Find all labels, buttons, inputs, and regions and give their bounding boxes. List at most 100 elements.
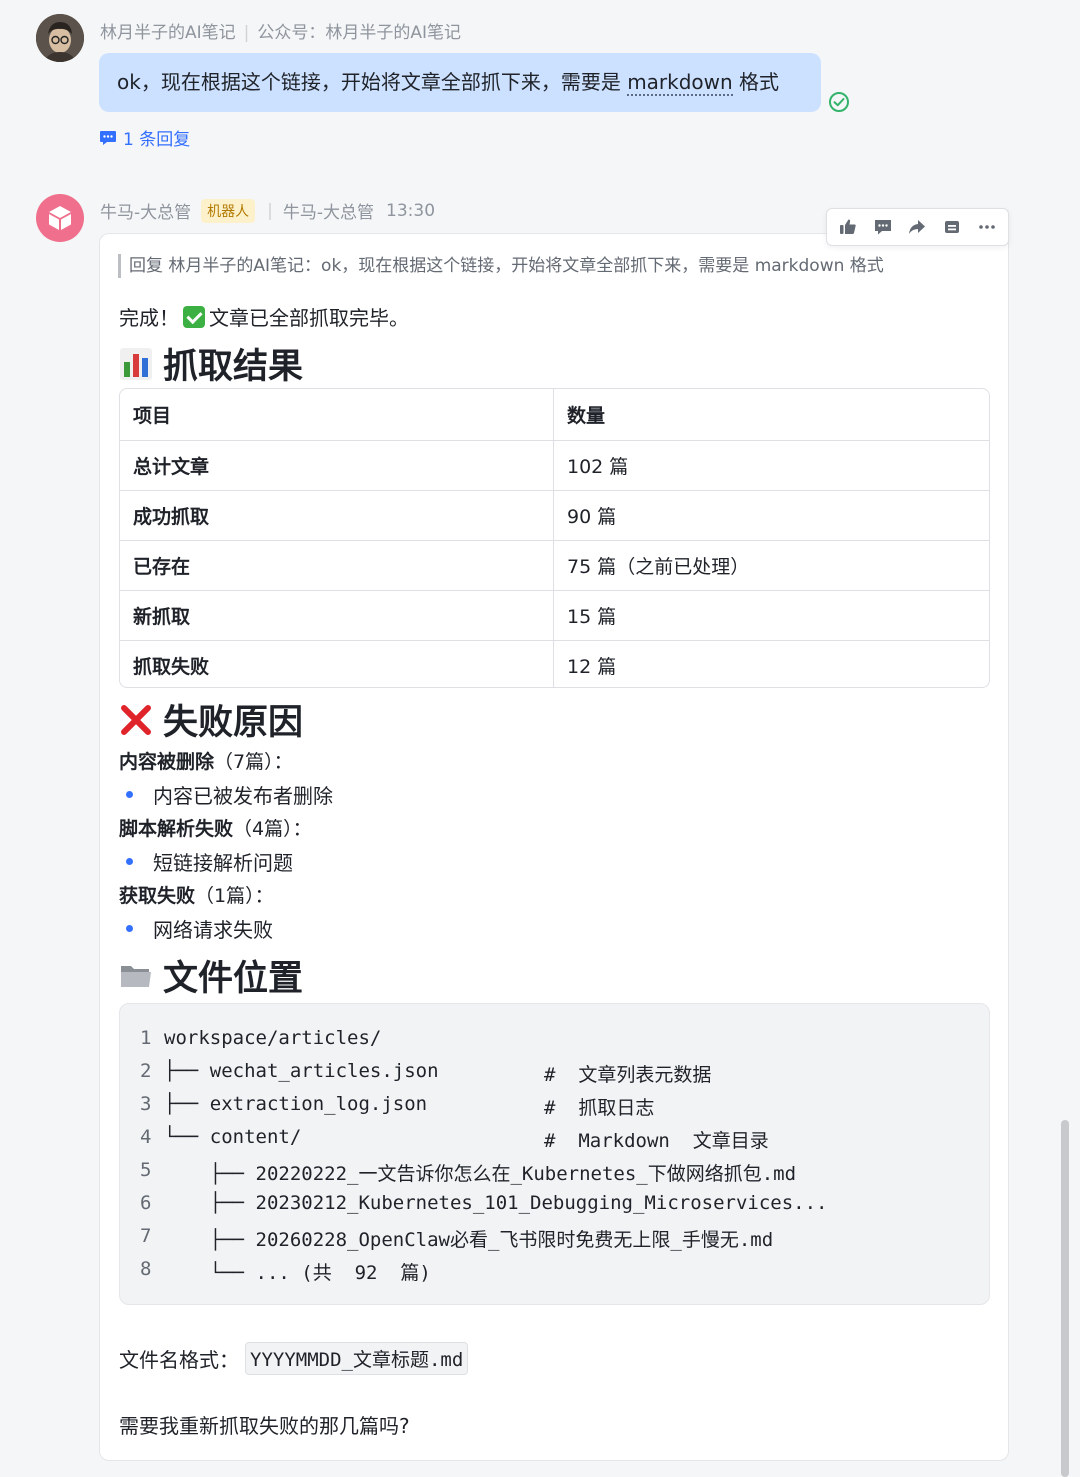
bullet-dot: [126, 858, 133, 865]
list-item: 内容已被发布者删除: [126, 780, 333, 809]
comment-button[interactable]: [868, 212, 898, 242]
message-text-before: ok，现在根据这个链接，开始将文章全部抓下来，需要是: [117, 70, 628, 94]
table-cell: 12 篇: [567, 656, 617, 678]
reason-name: 脚本解析失败: [119, 818, 234, 840]
more-icon: [978, 225, 995, 229]
code-line: ├── wechat_articles.json: [164, 1060, 439, 1082]
section-title-results: 抓取结果: [119, 338, 303, 389]
table-cell: 总计文章: [120, 441, 554, 490]
list-item: 网络请求失败: [126, 914, 273, 943]
filename-label: 文件名格式：: [119, 1348, 239, 1372]
line-number: 6: [140, 1192, 152, 1214]
line-number: 7: [140, 1225, 152, 1247]
scrollbar-thumb[interactable]: [1061, 1120, 1069, 1477]
table-row: 新抓取 15 篇: [120, 590, 989, 640]
like-button[interactable]: [833, 212, 863, 242]
archive-button[interactable]: [937, 212, 967, 242]
message-text-highlight[interactable]: markdown: [627, 70, 733, 96]
reason-name: 内容被删除: [119, 751, 215, 773]
table-row: 已存在 75 篇（之前已处理）: [120, 540, 989, 590]
bot-message-meta: 牛马-大总管 机器人 | 牛马-大总管 13:30: [100, 198, 435, 223]
reason-title: 获取失败（1篇）：: [119, 881, 274, 908]
line-number: 4: [140, 1126, 152, 1148]
follow-up-question: 需要我重新抓取失败的那几篇吗?: [119, 1414, 410, 1438]
read-check-icon: [829, 92, 849, 112]
code-comment: # 文章列表元数据: [544, 1064, 712, 1086]
code-line: ├── 20230212_Kubernetes_101_Debugging_Mi…: [164, 1192, 828, 1214]
code-block[interactable]: 1 workspace/articles/ 2 ├── wechat_artic…: [119, 1003, 990, 1305]
line-number: 2: [140, 1060, 152, 1082]
chat-page: 林月半子的AI笔记 | 公众号：林月半子的AI笔记 ok，现在根据这个链接，开始将文…: [0, 0, 1080, 1477]
list-item: 短链接解析问题: [126, 847, 293, 876]
forward-button[interactable]: [902, 212, 932, 242]
thread-icon: [100, 130, 116, 145]
code-line: └── content/: [164, 1126, 302, 1148]
comment-icon: [874, 220, 891, 235]
table-cell: 102 篇: [567, 456, 629, 478]
check-mark-icon: [183, 305, 205, 328]
bar-chart-icon: [120, 347, 152, 380]
user-avatar[interactable]: [36, 14, 84, 62]
table-cell: 新抓取: [120, 591, 554, 640]
done-prefix: 完成！: [119, 306, 179, 330]
reply-count: 1 条回复: [123, 130, 191, 150]
table-header-cell: 数量: [567, 405, 606, 427]
archive-icon: [945, 221, 960, 233]
section-title-failures: 失败原因: [119, 694, 303, 745]
channel-name: 公众号：林月半子的AI笔记: [257, 23, 462, 43]
message-text-after: 格式: [732, 70, 780, 94]
bot-sender-name[interactable]: 牛马-大总管: [100, 198, 191, 223]
table-header-row: 项目 数量: [120, 389, 989, 440]
line-number: 3: [140, 1093, 152, 1115]
done-text: 文章已全部抓取完毕。: [209, 306, 409, 330]
thumbs-up-icon: [840, 219, 856, 234]
reason-count: （4篇）：: [233, 818, 312, 840]
list-item-text: 网络请求失败: [153, 918, 273, 942]
list-item-text: 内容已被发布者删除: [153, 784, 333, 808]
reason-title: 内容被删除（7篇）：: [119, 747, 293, 774]
table-cell: 抓取失败: [120, 641, 554, 687]
message-bubble[interactable]: ok，现在根据这个链接，开始将文章全部抓下来，需要是 markdown 格式: [99, 53, 821, 112]
bot-sender-name-2: 牛马-大总管: [282, 203, 375, 223]
bot-avatar[interactable]: [36, 194, 84, 242]
list-item-text: 短链接解析问题: [153, 851, 293, 875]
code-line: workspace/articles/: [164, 1027, 382, 1049]
bullet-dot: [126, 925, 133, 932]
line-number: 5: [140, 1159, 152, 1181]
message-meta: 林月半子的AI笔记 | 公众号：林月半子的AI笔记: [100, 23, 462, 43]
code-line: └── ... (共 92 篇): [164, 1262, 431, 1284]
code-comment: # 抓取日志: [544, 1097, 655, 1119]
code-comment: # Markdown 文章目录: [544, 1130, 769, 1152]
code-line: ├── 20220222_一文告诉你怎么在_Kubernetes_下做网络抓包.…: [164, 1163, 797, 1185]
cross-mark-icon: [121, 704, 151, 735]
more-button[interactable]: [972, 212, 1002, 242]
message-time: 13:30: [386, 200, 436, 221]
code-line: ├── extraction_log.json: [164, 1093, 428, 1115]
line-number: 1: [140, 1027, 152, 1049]
section-title-text: 失败原因: [163, 703, 304, 743]
reply-thread-link[interactable]: 1 条回复: [99, 125, 190, 150]
results-table: 项目 数量 总计文章 102 篇 成功抓取 90 篇 已存在 75 篇（之前已处…: [119, 388, 990, 688]
table-row: 成功抓取 90 篇: [120, 490, 989, 540]
section-title-text: 抓取结果: [163, 347, 304, 387]
reply-quote[interactable]: 回复 林月半子的AI笔记：ok，现在根据这个链接，开始将文章全部抓下来，需要是 …: [118, 254, 884, 278]
folder-icon: [121, 965, 151, 987]
table-cell: 15 篇: [567, 606, 617, 628]
sender-name[interactable]: 林月半子的AI笔记: [100, 23, 236, 43]
message-toolbar: [826, 208, 1009, 246]
code-line: ├── 20260228_OpenClaw必看_飞书限时免费无上限_手慢无.md: [164, 1229, 774, 1251]
reason-name: 获取失败: [119, 885, 196, 907]
table-row: 抓取失败 12 篇: [120, 640, 989, 687]
filename-format-line: 文件名格式： YYYYMMDD_文章标题.md: [119, 1342, 469, 1375]
cube-icon: [49, 206, 71, 230]
table-cell: 75 篇（之前已处理）: [567, 556, 750, 578]
table-header-cell: 项目: [120, 389, 554, 440]
table-cell: 已存在: [120, 541, 554, 590]
reason-count: （7篇）：: [214, 751, 293, 773]
filename-format-code[interactable]: YYYYMMDD_文章标题.md: [245, 1342, 469, 1375]
forward-icon: [909, 220, 926, 234]
section-title-text: 文件位置: [163, 959, 304, 999]
table-cell: 90 篇: [567, 506, 617, 528]
done-line: 完成！ 文章已全部抓取完毕。: [119, 302, 409, 331]
line-number: 8: [140, 1258, 152, 1280]
